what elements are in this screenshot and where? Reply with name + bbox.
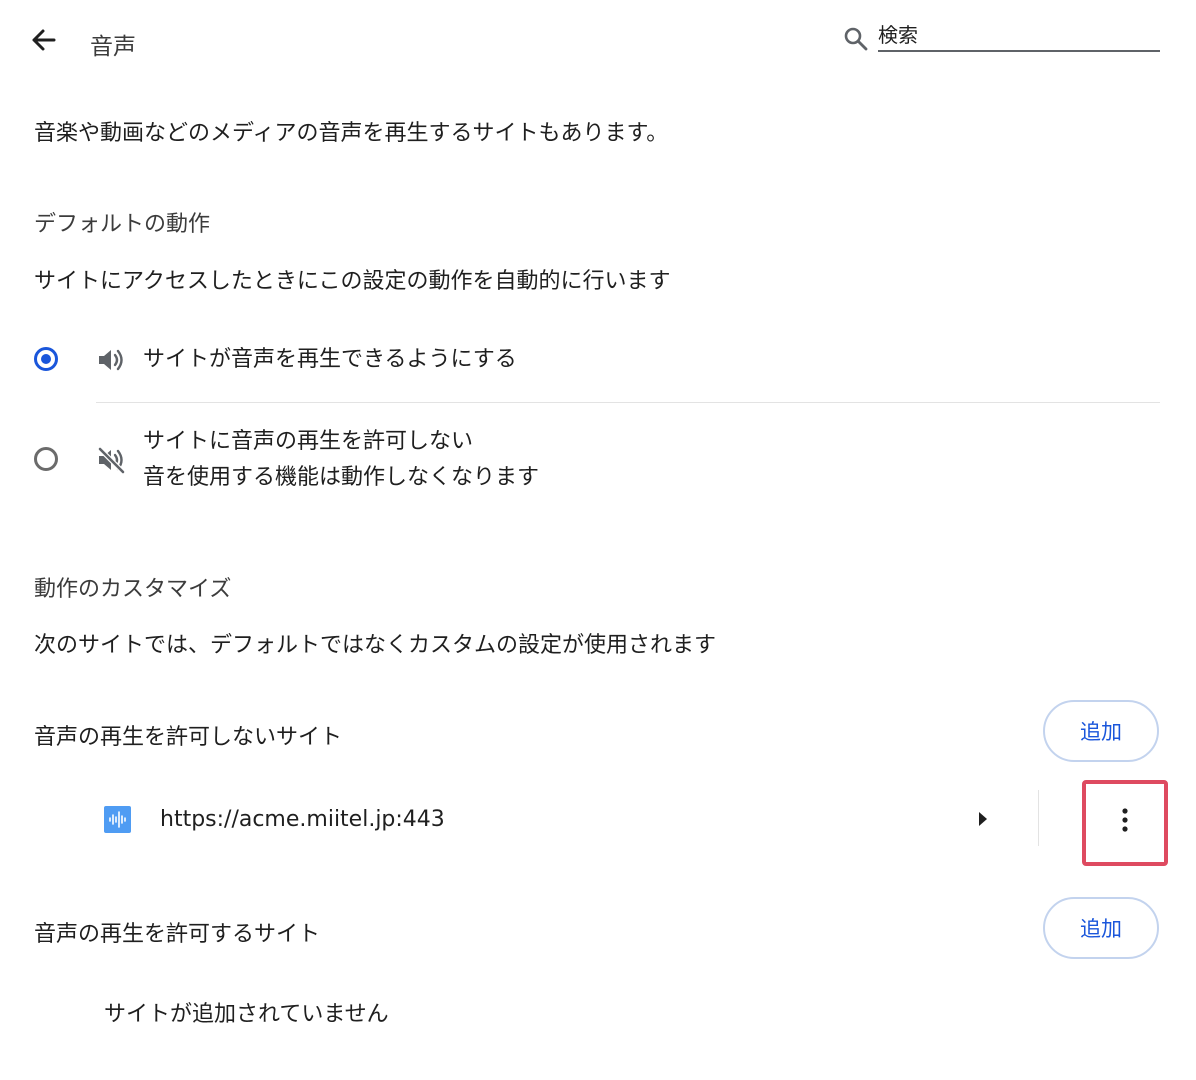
more-vert-icon [1122, 808, 1128, 832]
blocked-sites-heading: 音声の再生を許可しないサイト [34, 725, 343, 750]
more-actions-button[interactable] [1108, 802, 1142, 838]
caret-right-icon[interactable] [974, 808, 992, 830]
empty-list-text: サイトが追加されていません [104, 1002, 389, 1027]
back-button[interactable] [26, 22, 62, 58]
radio-allow[interactable] [34, 347, 58, 371]
radio-block-label: サイトに音声の再生を許可しない [143, 429, 474, 454]
default-behavior-description: サイトにアクセスしたときにこの設定の動作を自動的に行います [34, 269, 671, 294]
intro-text: 音楽や動画などのメディアの音声を再生するサイトもあります。 [34, 121, 669, 146]
search-input[interactable] [878, 22, 1160, 52]
search-icon [843, 26, 869, 52]
arrow-left-icon [32, 29, 56, 51]
vertical-divider [1038, 790, 1039, 846]
radio-block[interactable] [34, 447, 58, 471]
divider [96, 402, 1160, 403]
add-allowed-site-button[interactable]: 追加 [1043, 897, 1159, 959]
site-url: https://acme.miitel.jp:443 [160, 807, 445, 832]
radio-block-sublabel: 音を使用する機能は動作しなくなります [143, 465, 540, 490]
add-blocked-site-button[interactable]: 追加 [1043, 700, 1159, 762]
site-favicon [104, 806, 131, 833]
radio-option-block[interactable]: サイトに音声の再生を許可しない 音を使用する機能は動作しなくなります [34, 425, 1164, 495]
customize-heading: 動作のカスタマイズ [34, 577, 232, 602]
customize-description: 次のサイトでは、デフォルトではなくカスタムの設定が使用されます [34, 633, 717, 658]
allowed-sites-heading: 音声の再生を許可するサイト [34, 922, 321, 947]
volume-off-icon [96, 445, 126, 475]
volume-icon [96, 346, 126, 374]
default-behavior-heading: デフォルトの動作 [34, 212, 211, 237]
radio-allow-label: サイトが音声を再生できるようにする [143, 347, 517, 372]
radio-option-allow[interactable]: サイトが音声を再生できるようにする [34, 336, 1164, 384]
page-title: 音声 [90, 34, 136, 60]
